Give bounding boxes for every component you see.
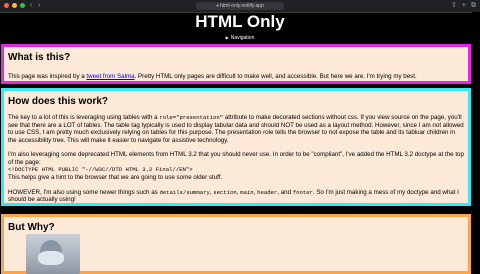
person-photo bbox=[26, 234, 80, 274]
section-paragraph: I'm also leveraging some deprecated HTML… bbox=[8, 151, 464, 166]
doctype-code: <!DOCTYPE HTML PUBLIC "-//W3C//DTD HTML … bbox=[8, 166, 193, 173]
section-heading: How does this work? bbox=[8, 96, 109, 107]
section-how-does-this-work: How does this work? The key to a lot of … bbox=[1, 88, 471, 206]
inline-code: role="presentation" bbox=[159, 114, 224, 121]
address-bar[interactable]: ●html-only.netlify.app bbox=[196, 2, 284, 10]
lock-icon: ● bbox=[216, 3, 220, 9]
inline-code: main bbox=[240, 188, 254, 196]
close-window-button[interactable] bbox=[4, 3, 9, 8]
section-heading: What is this? bbox=[8, 52, 71, 63]
forward-icon[interactable]: › bbox=[38, 1, 40, 11]
inline-code: footer bbox=[292, 188, 313, 196]
navigation-label: Navigation bbox=[230, 35, 255, 41]
section-paragraph: This page was inspired by a tweet from S… bbox=[8, 73, 417, 80]
tweet-link[interactable]: tweet from Salma bbox=[86, 73, 134, 80]
section-what-is-this: What is this? This page was inspired by … bbox=[1, 44, 471, 84]
tab-overview-icon[interactable]: ⧉ bbox=[471, 1, 476, 11]
section-paragraph: This helps give a hint to the browser th… bbox=[8, 174, 223, 181]
zoom-window-button[interactable] bbox=[20, 3, 25, 8]
window-controls bbox=[4, 3, 25, 8]
section-heading: But Why? bbox=[8, 222, 55, 233]
minimize-window-button[interactable] bbox=[12, 3, 17, 8]
disclosure-triangle-icon: ▶ bbox=[225, 35, 229, 40]
inline-code: header bbox=[257, 188, 278, 196]
share-icon[interactable]: ⇧ bbox=[451, 1, 457, 11]
back-icon[interactable]: ‹ bbox=[30, 1, 32, 11]
section-paragraph: The key to a lot of this is leveraging u… bbox=[8, 114, 464, 144]
scrollbar-track[interactable] bbox=[472, 12, 480, 268]
address-url: html-only.netlify.app bbox=[220, 3, 264, 9]
inline-code: details/summary bbox=[159, 188, 210, 196]
new-tab-icon[interactable]: + bbox=[462, 1, 466, 11]
navigation-toggle[interactable]: ▶ Navigation bbox=[0, 33, 480, 43]
page-title: HTML Only bbox=[195, 12, 285, 31]
inline-code: section bbox=[213, 188, 237, 196]
section-paragraph: HOWEVER, I'm also using some newer thing… bbox=[8, 188, 459, 204]
